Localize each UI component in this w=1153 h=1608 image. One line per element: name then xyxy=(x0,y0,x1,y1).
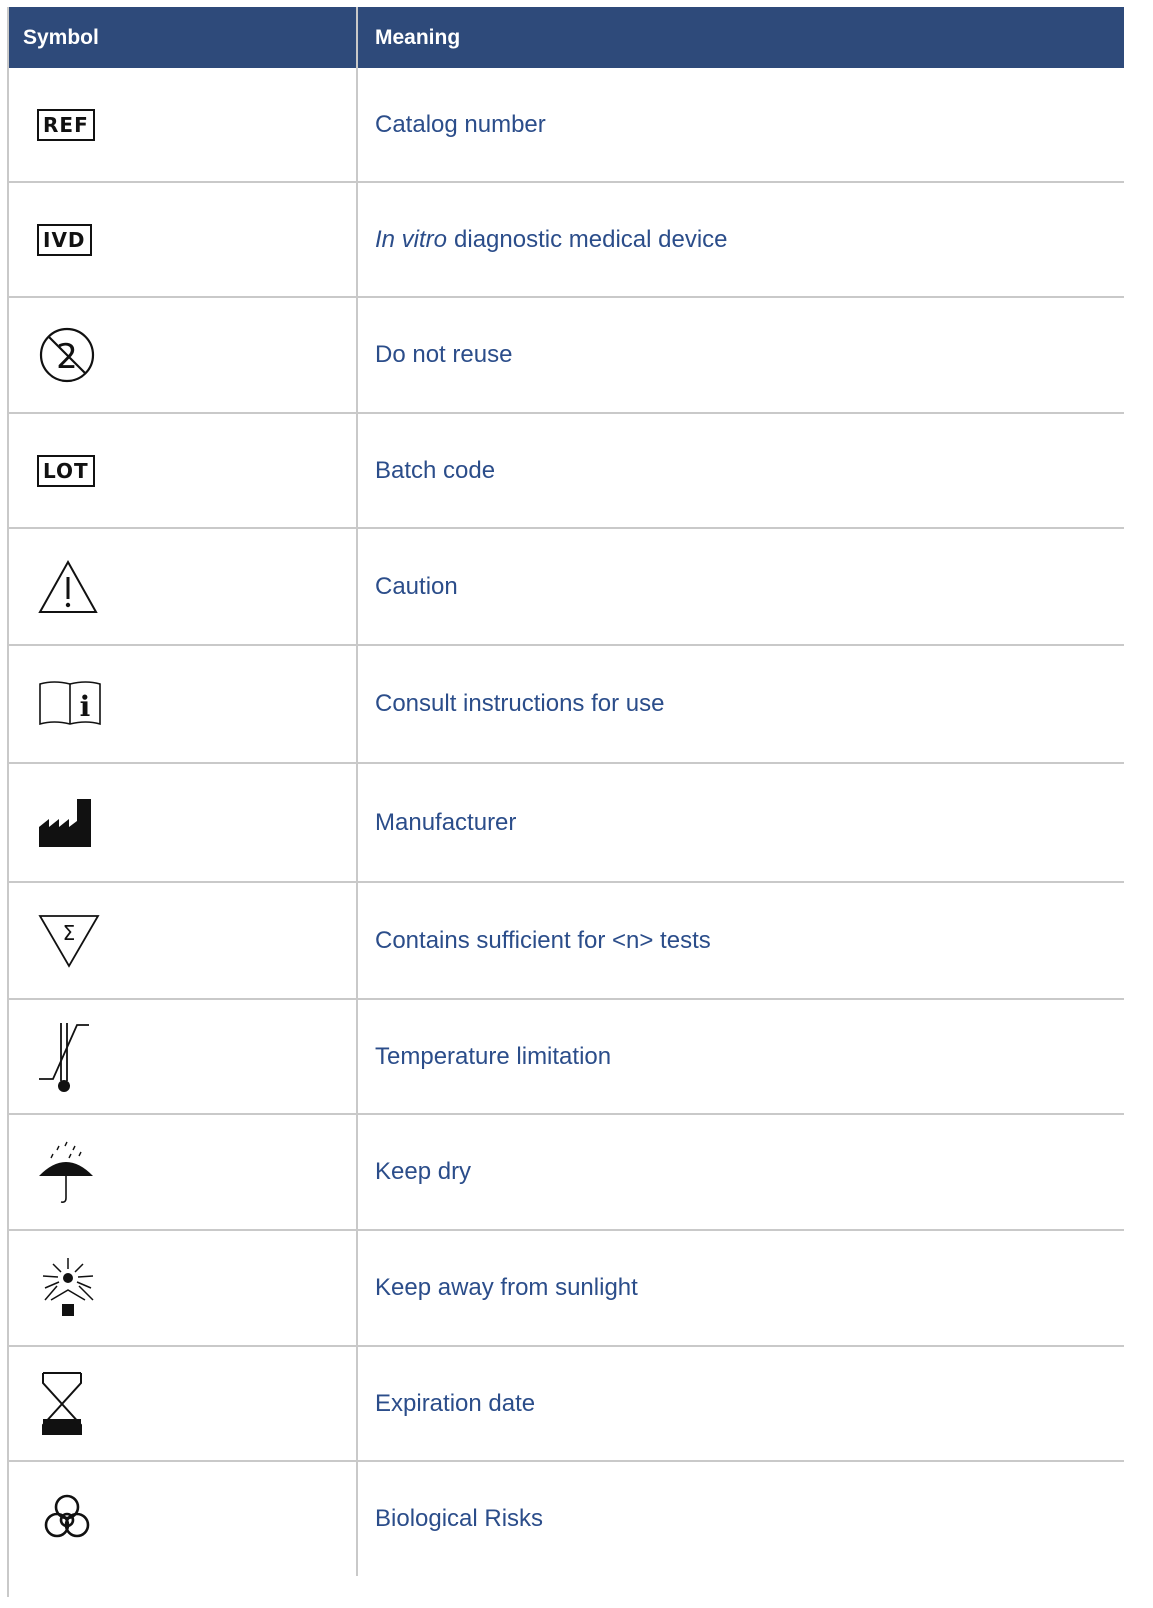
table-row: i Consult instructions for use xyxy=(9,646,1124,764)
header-symbol: Symbol xyxy=(9,7,358,68)
hourglass-icon xyxy=(42,1371,82,1435)
table-row: IVD In vitro diagnostic medical device xyxy=(9,183,1124,298)
header-meaning: Meaning xyxy=(375,25,461,49)
table-row: Caution xyxy=(9,529,1124,646)
symbols-table: Symbol Meaning REF Catalog number IVD In… xyxy=(7,7,1124,1597)
table-row: Keep away from sunlight xyxy=(9,1231,1124,1347)
meaning-text: Keep dry xyxy=(375,1158,472,1185)
ref-box-icon: REF xyxy=(37,108,95,141)
meaning-text: Caution xyxy=(375,572,458,600)
meaning-text: diagnostic medical device xyxy=(454,225,728,253)
caution-triangle-icon xyxy=(38,559,98,613)
table-row: 2 Do not reuse xyxy=(9,298,1124,414)
ivd-box-icon: IVD xyxy=(37,223,92,256)
meaning-text: Keep away from sunlight xyxy=(375,1274,638,1301)
svg-text:Σ: Σ xyxy=(63,921,76,945)
svg-text:i: i xyxy=(80,690,91,723)
sunlight-icon xyxy=(42,1258,94,1316)
svg-text:2: 2 xyxy=(56,337,78,377)
table-row: REF Catalog number xyxy=(9,68,1124,183)
meaning-text: Expiration date xyxy=(375,1389,536,1417)
thermometer-icon xyxy=(39,1022,89,1092)
lot-box-icon: LOT xyxy=(37,454,95,487)
factory-icon xyxy=(39,798,91,847)
meaning-text: Manufacturer xyxy=(375,808,517,836)
umbrella-rain-icon xyxy=(39,1141,93,1203)
do-not-reuse-icon: 2 xyxy=(39,327,95,383)
instructions-book-icon: i xyxy=(39,681,101,726)
meaning-text: Consult instructions for use xyxy=(375,690,665,717)
meaning-text: Catalog number xyxy=(375,110,546,138)
table-row: LOT Batch code xyxy=(9,414,1124,529)
meaning-text: Contains sufficient for <n> tests xyxy=(375,926,711,954)
meaning-text: Batch code xyxy=(375,456,496,484)
table-row: Σ Contains sufficient for <n> tests xyxy=(9,883,1124,1000)
table-row: Temperature limitation xyxy=(9,1000,1124,1115)
table-row: Expiration date xyxy=(9,1347,1124,1462)
table-header: Symbol Meaning xyxy=(9,7,1124,68)
table-row: Biological Risks xyxy=(9,1462,1124,1576)
meaning-italic-text: In vitro xyxy=(375,225,448,253)
table-row: Keep dry xyxy=(9,1115,1124,1231)
sigma-triangle-icon: Σ xyxy=(38,914,100,968)
meaning-text: Do not reuse xyxy=(375,341,513,368)
meaning-text: Temperature limitation xyxy=(375,1042,612,1070)
table-row: Manufacturer xyxy=(9,764,1124,883)
meaning-text: Biological Risks xyxy=(375,1505,544,1532)
biohazard-icon xyxy=(44,1494,90,1538)
